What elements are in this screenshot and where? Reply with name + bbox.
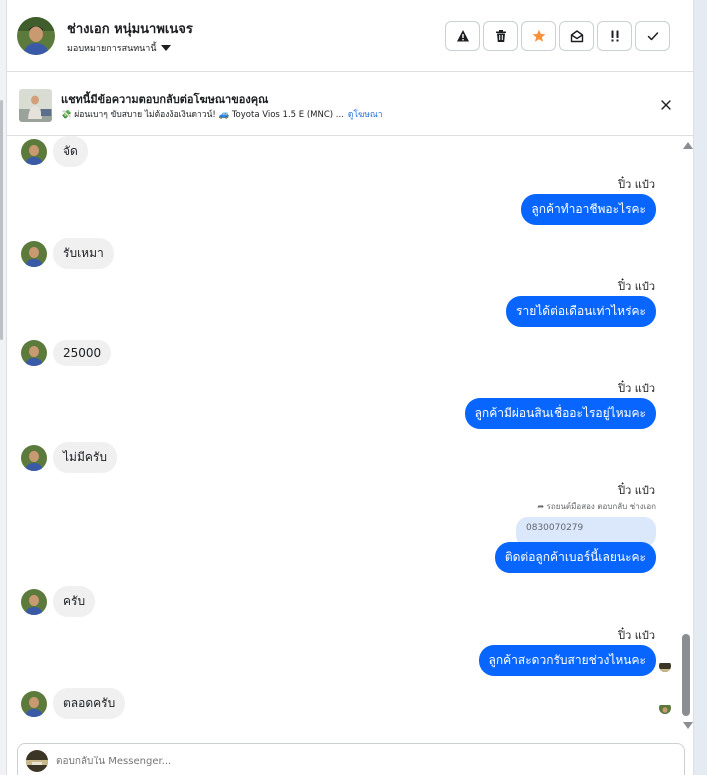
- assign-label: มอบหมายการสนทนานี้: [67, 44, 157, 54]
- scroll-down-arrow-icon[interactable]: [683, 722, 693, 729]
- message-bubble[interactable]: ครับ: [53, 586, 96, 617]
- sender-name: ปิ๋ว แป๋ว: [618, 280, 655, 293]
- report-spam-button[interactable]: [445, 21, 480, 51]
- close-icon: [661, 100, 671, 110]
- sender-name: ปิ๋ว แป๋ว: [618, 629, 655, 642]
- message-bubble[interactable]: ไม่มีครับ: [53, 442, 117, 473]
- mark-important-button[interactable]: [597, 21, 632, 51]
- mark-done-button[interactable]: [635, 21, 670, 51]
- important-icon: [611, 30, 618, 42]
- caret-down-icon: [160, 45, 171, 51]
- incoming-message: ตลอดครับ: [21, 688, 126, 719]
- message-bubble-outgoing[interactable]: ติดต่อลูกค้าเบอร์นี้เลยนะคะ: [494, 542, 656, 573]
- incoming-message: 25000: [21, 340, 112, 366]
- ad-banner-title: แชทนี้มีข้อความตอบกลับต่อโฆษณาของคุณ: [61, 93, 269, 106]
- star-button[interactable]: [521, 21, 556, 51]
- reply-input[interactable]: [56, 756, 656, 767]
- message-bubble[interactable]: 25000: [53, 340, 112, 366]
- reply-context: ➦ รถยนต์มือสอง ตอบกลับ ช่างเอก: [537, 500, 656, 513]
- contact-avatar[interactable]: [17, 17, 55, 55]
- message-bubble-outgoing[interactable]: ลูกค้าสะดวกรับสายช่วงไหนคะ: [478, 645, 656, 676]
- contact-avatar-small: [21, 340, 47, 366]
- ad-snippet-line: 💸 ผ่อนเบาๆ ขับสบาย ไม่ต้องง้อเงินดาวน์! …: [61, 107, 383, 121]
- sender-name: ปิ๋ว แป๋ว: [618, 484, 655, 497]
- message-bubble[interactable]: รับเหมา: [53, 238, 114, 269]
- close-banner-button[interactable]: [659, 97, 673, 111]
- view-ad-link[interactable]: ดูโฆษณา: [348, 110, 383, 120]
- conversation-panel: ช่างเอก หนุ่มนาพเนจร มอบหมายการสนทนานี้: [6, 0, 694, 775]
- contact-avatar-small: [21, 138, 47, 165]
- incoming-message: ไม่มีครับ: [21, 442, 117, 473]
- contact-name[interactable]: ช่างเอก หนุ่มนาพเนจร: [67, 18, 193, 39]
- page-avatar: [26, 750, 48, 772]
- contact-avatar-small: [21, 240, 47, 267]
- contact-avatar-small: [21, 444, 47, 471]
- conversation-header: ช่างเอก หนุ่มนาพเนจร มอบหมายการสนทนานี้: [7, 0, 693, 72]
- trash-icon: [495, 30, 506, 42]
- message-bubble[interactable]: จัด: [53, 136, 88, 167]
- reply-context-text: รถยนต์มือสอง ตอบกลับ ช่างเอก: [546, 502, 656, 511]
- envelope-open-icon: [570, 30, 583, 43]
- contact-avatar-small: [21, 588, 47, 615]
- message-bubble-outgoing[interactable]: ลูกค้ามีผ่อนสินเชื่ออะไรอยู่ไหมคะ: [464, 398, 656, 429]
- ad-thumbnail: [19, 89, 52, 122]
- header-actions: [445, 21, 670, 51]
- seen-indicator-avatar: [659, 660, 671, 672]
- mark-unread-button[interactable]: [559, 21, 594, 51]
- chat-scrollbar[interactable]: [681, 138, 693, 736]
- warning-icon: [456, 30, 469, 42]
- sender-name: ปิ๋ว แป๋ว: [618, 178, 655, 191]
- message-bubble[interactable]: ตลอดครับ: [53, 688, 126, 719]
- reply-composer: [17, 743, 685, 775]
- left-scrollbar[interactable]: [0, 100, 3, 340]
- scroll-up-arrow-icon[interactable]: [683, 142, 693, 149]
- message-list: จัด ปิ๋ว แป๋ว ลูกค้าทำอาชีพอะไรคะ รับเหม…: [7, 136, 693, 738]
- right-edge: [694, 0, 707, 775]
- star-icon: [532, 29, 545, 42]
- message-bubble-outgoing[interactable]: รายได้ต่อเดือนเท่าไหร่คะ: [506, 296, 656, 327]
- delete-button[interactable]: [483, 21, 518, 51]
- contact-avatar-small: [21, 690, 47, 717]
- ad-reply-banner: แชทนี้มีข้อความตอบกลับต่อโฆษณาของคุณ 💸 ผ…: [7, 73, 693, 136]
- incoming-message: รับเหมา: [21, 238, 114, 269]
- incoming-message: ครับ: [21, 586, 96, 617]
- scroll-thumb[interactable]: [682, 634, 690, 716]
- assign-conversation-dropdown[interactable]: มอบหมายการสนทนานี้: [67, 41, 171, 55]
- ad-snippet: 💸 ผ่อนเบาๆ ขับสบาย ไม่ต้องง้อเงินดาวน์! …: [61, 110, 344, 120]
- reply-arrow-icon: ➦: [537, 502, 545, 511]
- sender-name: ปิ๋ว แป๋ว: [618, 382, 655, 395]
- incoming-message: จัด: [21, 136, 88, 167]
- message-bubble-outgoing[interactable]: ลูกค้าทำอาชีพอะไรคะ: [521, 194, 656, 225]
- seen-indicator-avatar: [659, 702, 671, 714]
- check-icon: [647, 32, 658, 41]
